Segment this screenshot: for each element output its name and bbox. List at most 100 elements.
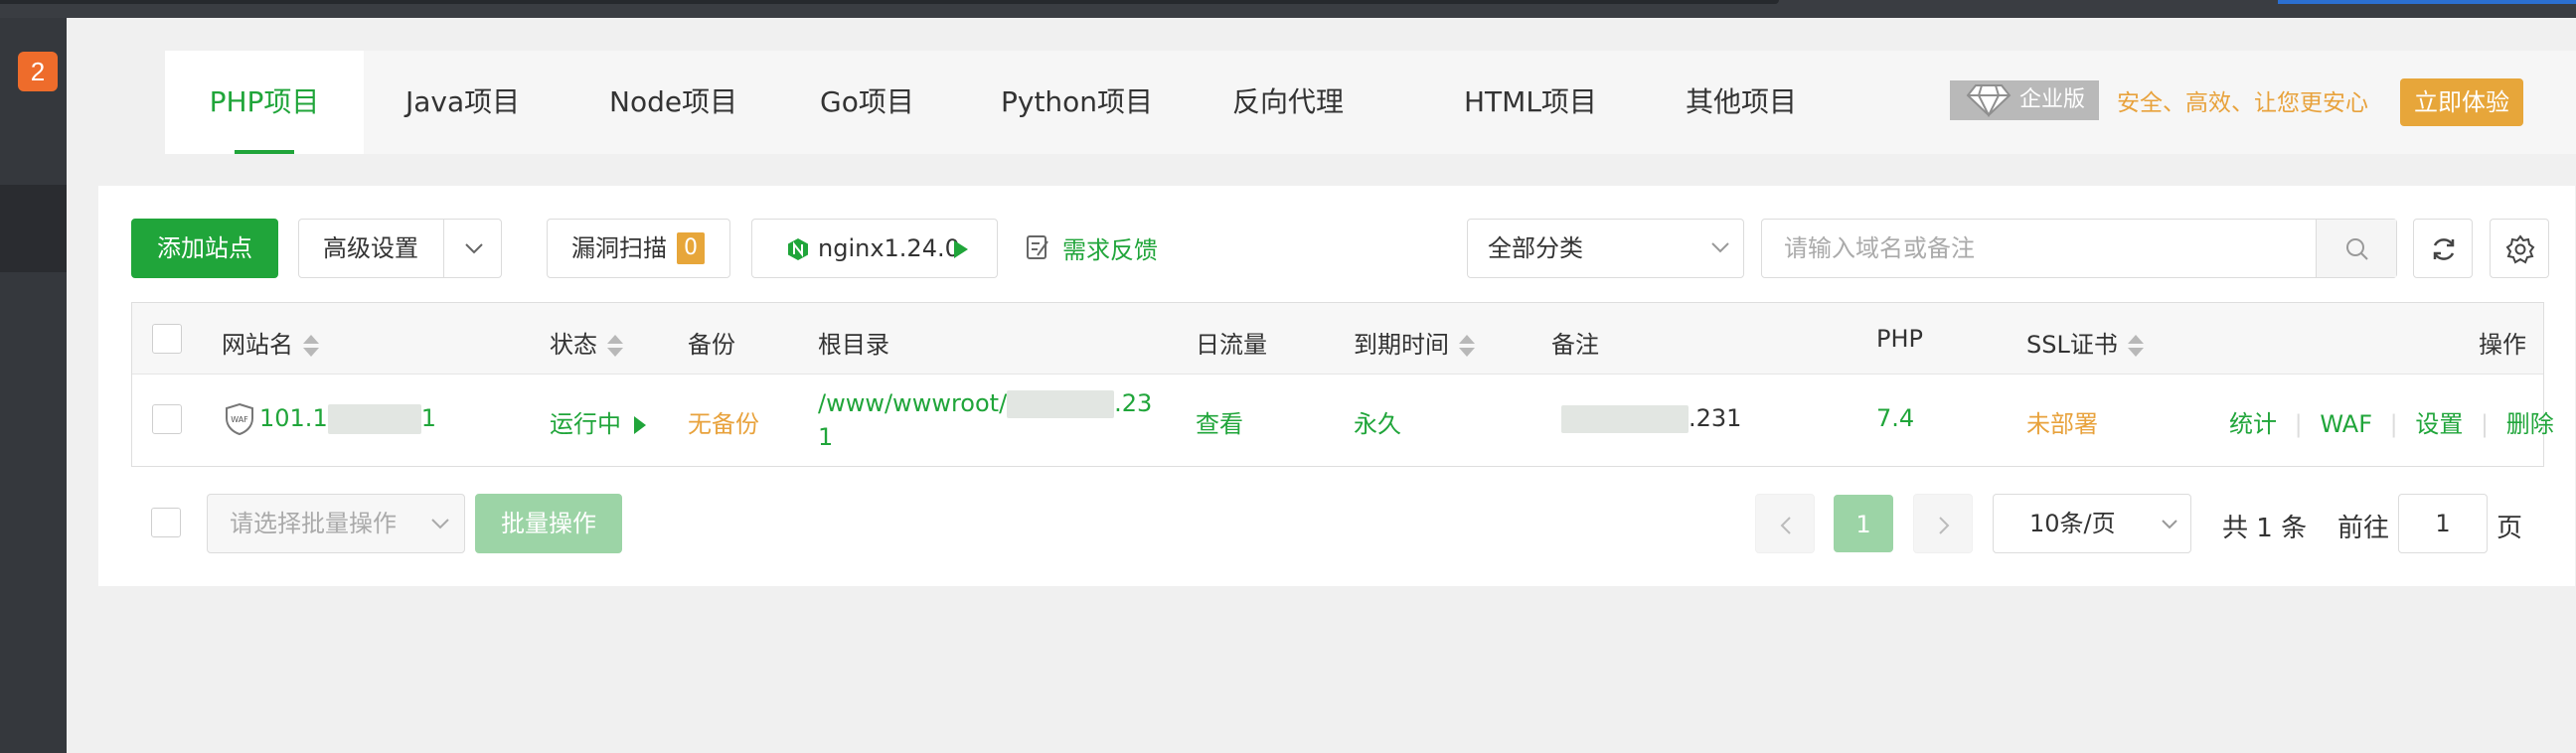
chevron-down-icon[interactable] xyxy=(464,242,484,254)
tab-active-underline xyxy=(235,150,294,154)
nginx-version-button[interactable]: nginx1.24.0 xyxy=(751,219,998,278)
batch-action-button[interactable]: 批量操作 xyxy=(475,494,622,553)
try-now-button[interactable]: 立即体验 xyxy=(2400,78,2523,126)
diamond-icon xyxy=(1966,84,2012,117)
traffic-view-link[interactable]: 查看 xyxy=(1196,404,1243,439)
vuln-scan-button[interactable]: 漏洞扫描 0 xyxy=(547,219,730,278)
header-status[interactable]: 状态 xyxy=(550,325,623,360)
site-table: 网站名 状态 备份 根目录 日流量 到期时间 备注 PHP SSL证书 操作 W… xyxy=(131,302,2554,467)
expire-value[interactable]: 永久 xyxy=(1354,404,1401,439)
row-checkbox[interactable] xyxy=(152,404,182,434)
header-root: 根目录 xyxy=(818,331,889,359)
page-1-button[interactable]: 1 xyxy=(1834,495,1893,552)
header-name-label: 网站名 xyxy=(222,331,293,359)
chevron-left-icon xyxy=(1780,517,1791,534)
remark-value[interactable]: .231 xyxy=(1561,404,1741,433)
root-dir-start: /www/wwwroot/ xyxy=(818,389,1008,417)
search-field[interactable]: 请输入域名或备注 xyxy=(1761,219,2397,278)
table-header: 网站名 状态 备份 根目录 日流量 到期时间 备注 PHP SSL证书 操作 xyxy=(132,303,2543,375)
redacted-text xyxy=(327,404,421,434)
tab-python[interactable]: Python项目 xyxy=(1001,51,1153,154)
window-top-bar xyxy=(0,0,2576,18)
page-suffix: 页 xyxy=(2496,514,2523,543)
action-waf[interactable]: WAF xyxy=(2320,410,2372,438)
action-delete[interactable]: 删除 xyxy=(2506,410,2554,438)
header-name[interactable]: 网站名 xyxy=(222,325,319,360)
add-site-button[interactable]: 添加站点 xyxy=(131,219,278,278)
select-all-checkbox[interactable] xyxy=(152,324,182,354)
action-divider: | xyxy=(2389,410,2398,438)
sidebar xyxy=(0,18,67,753)
tab-java[interactable]: Java项目 xyxy=(405,51,520,154)
site-name-link[interactable]: 101.1 1 xyxy=(259,404,436,434)
tab-html[interactable]: HTML项目 xyxy=(1464,51,1597,154)
category-value: 全部分类 xyxy=(1488,234,1583,262)
search-placeholder: 请输入域名或备注 xyxy=(1784,234,1975,262)
batch-action-placeholder: 请选择批量操作 xyxy=(230,510,397,537)
header-traffic: 日流量 xyxy=(1196,331,1267,359)
nginx-version-label: nginx1.24.0 xyxy=(818,234,960,262)
row-actions: 统计 | WAF | 设置 | 删除 xyxy=(2229,404,2554,439)
refresh-button[interactable] xyxy=(2413,219,2473,278)
root-dir-line2: 1 xyxy=(818,423,834,451)
enterprise-slogan: 安全、高效、让您更安心 xyxy=(2117,90,2368,116)
remark-end: .231 xyxy=(1689,404,1742,432)
category-select[interactable]: 全部分类 xyxy=(1467,219,1744,278)
sort-icon xyxy=(607,334,623,358)
goto-label: 前往 xyxy=(2337,514,2390,543)
root-dir-link[interactable]: /www/wwwroot/ .23 1 xyxy=(818,386,1152,454)
header-ssl-label: SSL证书 xyxy=(2026,331,2118,359)
header-expire-label: 到期时间 xyxy=(1354,331,1449,359)
root-dir-end: .23 xyxy=(1114,389,1153,417)
refresh-icon xyxy=(2433,238,2455,260)
feedback-link[interactable]: 需求反馈 xyxy=(1026,230,1158,265)
prev-page-button[interactable] xyxy=(1755,494,1815,553)
action-divider: | xyxy=(2481,410,2490,438)
next-page-button[interactable] xyxy=(1913,494,1973,553)
tab-label: PHP项目 xyxy=(209,85,320,118)
split-divider xyxy=(443,220,444,277)
table-row: WAF 101.1 1 运行中 无备份 /www/wwwroot/.23 1 查看… xyxy=(132,375,2554,466)
advanced-settings-button[interactable]: 高级设置 xyxy=(298,219,502,278)
tab-php[interactable]: PHP项目 xyxy=(165,51,364,154)
backup-link[interactable]: 无备份 xyxy=(688,404,759,439)
settings-button[interactable] xyxy=(2490,219,2549,278)
header-ssl[interactable]: SSL证书 xyxy=(2026,325,2144,360)
php-version-link[interactable]: 7.4 xyxy=(1876,404,1914,432)
site-name-start: 101.1 xyxy=(259,404,328,432)
vuln-scan-label: 漏洞扫描 xyxy=(571,234,667,262)
nginx-icon xyxy=(788,238,808,260)
waf-shield-text: WAF xyxy=(231,415,248,424)
site-name-end: 1 xyxy=(420,404,436,432)
gear-icon xyxy=(2505,234,2535,264)
ssl-status-link[interactable]: 未部署 xyxy=(2026,404,2098,439)
action-divider: | xyxy=(2294,410,2303,438)
page-size-select[interactable]: 10条/页 xyxy=(1993,494,2191,553)
header-remark: 备注 xyxy=(1551,331,1599,359)
sort-icon xyxy=(303,334,319,358)
header-expire[interactable]: 到期时间 xyxy=(1354,325,1475,360)
action-settings[interactable]: 设置 xyxy=(2415,410,2463,438)
header-status-label: 状态 xyxy=(550,331,597,359)
vuln-count-badge: 0 xyxy=(677,232,705,264)
top-bar-accent xyxy=(2278,0,2576,4)
sidebar-item-active[interactable] xyxy=(0,185,67,272)
play-icon xyxy=(954,240,968,258)
redacted-text xyxy=(1561,405,1689,433)
goto-page-input[interactable]: 1 xyxy=(2398,494,2488,553)
footer-select-all-checkbox[interactable] xyxy=(151,508,181,537)
notification-badge[interactable]: 2 xyxy=(18,52,58,91)
batch-action-select[interactable]: 请选择批量操作 xyxy=(207,494,465,553)
page-size-value: 10条/页 xyxy=(2029,510,2116,537)
tab-other[interactable]: 其他项目 xyxy=(1686,51,1797,154)
search-button[interactable] xyxy=(2316,220,2396,277)
header-backup: 备份 xyxy=(688,331,735,359)
tab-go[interactable]: Go项目 xyxy=(820,51,914,154)
tab-reverse-proxy[interactable]: 反向代理 xyxy=(1232,51,1344,154)
action-stats[interactable]: 统计 xyxy=(2229,410,2277,438)
tab-node[interactable]: Node项目 xyxy=(609,51,737,154)
sort-icon xyxy=(2127,334,2144,358)
header-php: PHP xyxy=(1876,325,1923,353)
advanced-settings-label: 高级设置 xyxy=(323,234,418,262)
status-running[interactable]: 运行中 xyxy=(550,404,647,439)
